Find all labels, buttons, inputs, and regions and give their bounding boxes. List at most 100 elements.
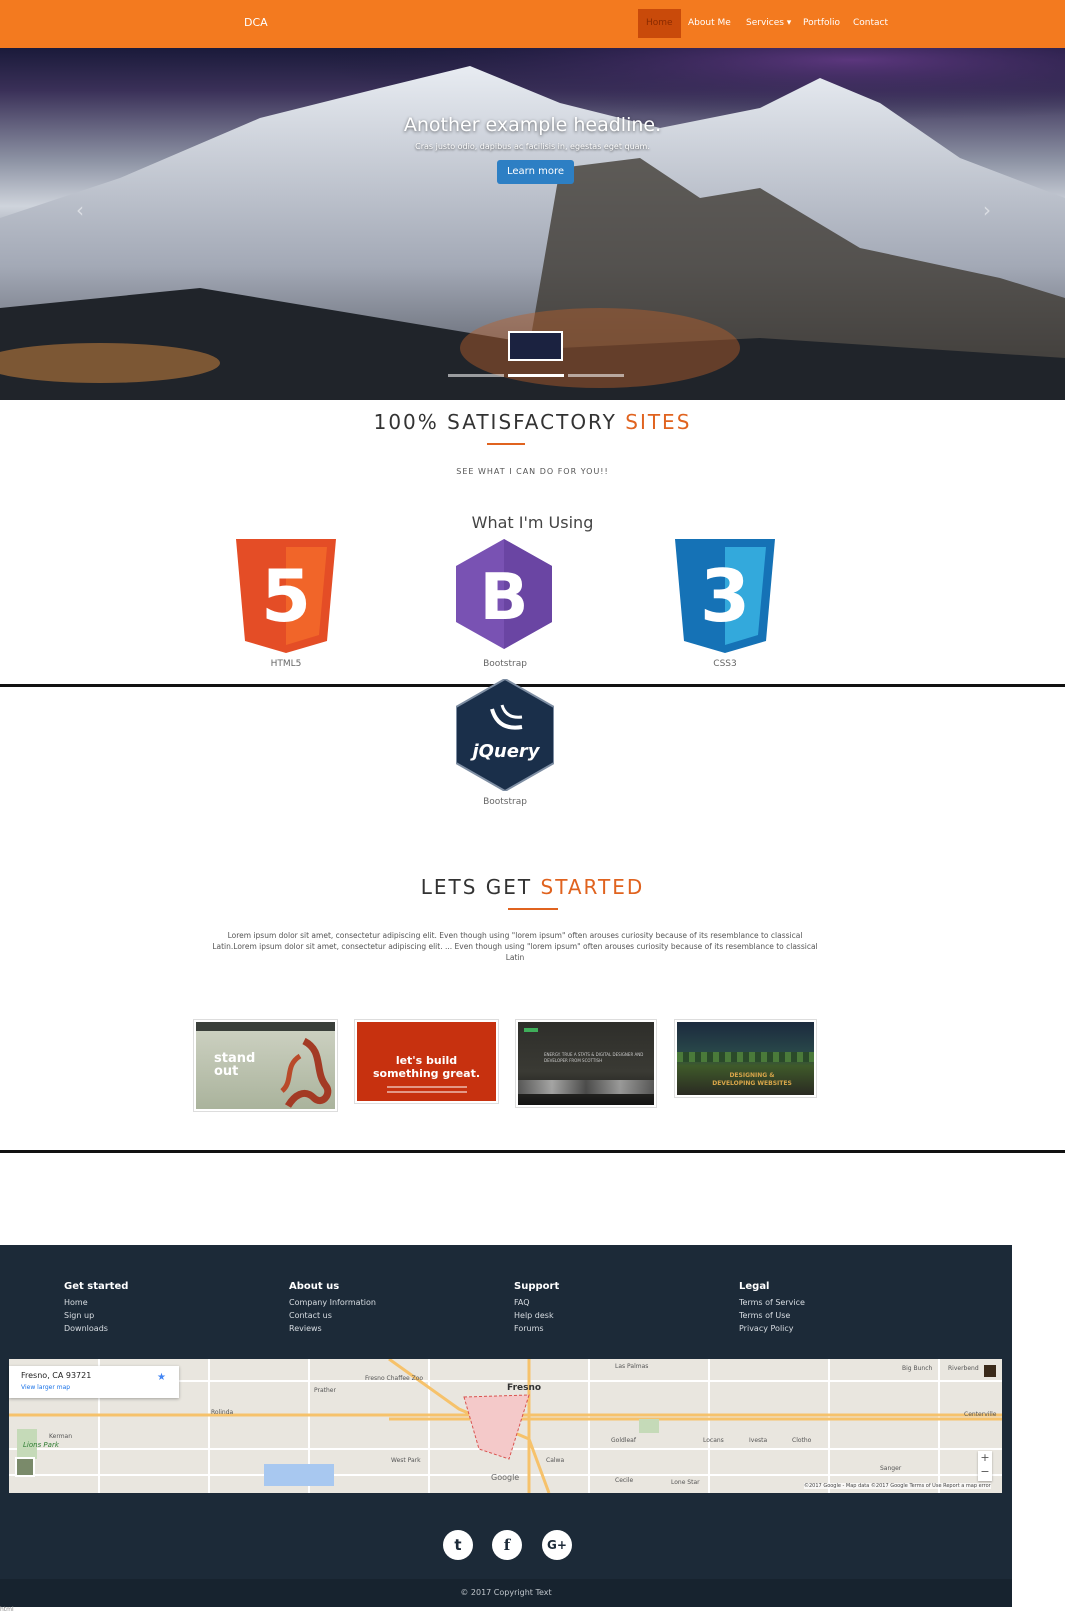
jquery-glyph: jQuery <box>469 741 540 762</box>
portfolio-image: stand out <box>196 1022 335 1109</box>
footer-link-help-desk[interactable]: Help desk <box>514 1309 559 1322</box>
css3-glyph: 3 <box>700 554 750 638</box>
bootstrap-icon: B <box>456 539 552 649</box>
map-place-label: Goldleaf <box>611 1437 636 1444</box>
portfolio-item[interactable]: stand out <box>193 1019 338 1112</box>
portfolio-image: DESIGNING & DEVELOPING WEBSITES <box>677 1022 814 1095</box>
satellite-toggle[interactable] <box>15 1457 35 1477</box>
map-avatar <box>984 1365 996 1377</box>
footer-link-privacy-policy[interactable]: Privacy Policy <box>739 1322 805 1335</box>
brand-logo[interactable]: DCA <box>244 16 268 29</box>
learn-more-button[interactable]: Learn more <box>497 160 574 184</box>
footer-link-reviews[interactable]: Reviews <box>289 1322 376 1335</box>
map-place-label: Clotho <box>792 1437 812 1444</box>
map-city-label: Fresno <box>507 1383 542 1393</box>
map-place-label: West Park <box>391 1457 421 1464</box>
portfolio-item[interactable]: DESIGNING & DEVELOPING WEBSITES <box>674 1019 817 1098</box>
footer-link-faq[interactable]: FAQ <box>514 1296 559 1309</box>
map-place-label: Cecile <box>615 1477 634 1484</box>
map-credit: ©2017 Google - Map data ©2017 Google Ter… <box>804 1483 991 1489</box>
footer-heading: Get started <box>64 1281 129 1292</box>
chevron-right-icon[interactable]: › <box>983 198 991 222</box>
map-place-label: Lone Star <box>671 1479 700 1486</box>
octopus-graphic <box>280 1037 332 1108</box>
portfolio-text: DESIGNING & DEVELOPING WEBSITES <box>712 1072 792 1087</box>
view-larger-map-link[interactable]: View larger map <box>21 1384 70 1391</box>
footer-heading: Legal <box>739 1281 770 1292</box>
google-plus-icon[interactable]: G+ <box>542 1530 572 1560</box>
city-lights <box>518 1080 654 1094</box>
map-place-label: Ivesta <box>749 1437 768 1444</box>
jquery-icon: jQuery <box>456 679 554 791</box>
portfolio-image: ENERGY. TRUE A STATS & DIGITAL DESIGNER … <box>518 1022 654 1105</box>
tech-label-bootstrap: Bootstrap <box>483 659 527 669</box>
portfolio-text: let's build something great. <box>372 1054 481 1080</box>
hero-caption: Cras justo odio, dapibus ac facilisis in… <box>415 142 650 151</box>
map-place-label: Calwa <box>546 1457 565 1464</box>
portfolio-image: let's build something great. <box>357 1022 496 1101</box>
nav-about-me[interactable]: About Me <box>680 9 739 38</box>
status-text: html <box>0 1606 14 1613</box>
google-logo: Google <box>491 1473 520 1482</box>
html5-icon: 5 <box>236 539 336 653</box>
heading-accent: STARTED <box>540 875 645 899</box>
mock-logo <box>524 1028 538 1032</box>
copyright-text: © 2017 Copyright Text <box>460 1588 552 1597</box>
footer-link-home[interactable]: Home <box>64 1296 128 1309</box>
footer-column-about-us: About us Company Information Contact us … <box>289 1281 376 1335</box>
css3-icon: 3 <box>675 539 775 653</box>
nav-home[interactable]: Home <box>638 9 681 38</box>
hero-headline: Another example headline. <box>403 114 662 136</box>
map-place-label: Kerman <box>49 1433 73 1440</box>
footer-link-company-information[interactable]: Company Information <box>289 1296 376 1309</box>
footer-link-forums[interactable]: Forums <box>514 1322 559 1335</box>
carousel-indicator[interactable] <box>448 374 504 377</box>
zoom-controls: + − <box>978 1451 992 1481</box>
footer-link-contact-us[interactable]: Contact us <box>289 1309 376 1322</box>
section-heading-satisfactory: 100% SATISFACTORY SITES <box>0 410 1065 434</box>
nav-portfolio[interactable]: Portfolio <box>795 9 848 38</box>
tech-label-css3: CSS3 <box>713 659 737 669</box>
footer-heading: About us <box>289 1281 340 1292</box>
map-place-label: Las Palmas <box>615 1363 649 1370</box>
heading-underline <box>487 443 525 445</box>
footer-column-support: Support FAQ Help desk Forums <box>514 1281 559 1335</box>
html5-glyph: 5 <box>261 554 311 638</box>
nav-services[interactable]: Services ▾ <box>738 9 799 38</box>
map-place-label: Big Bunch <box>902 1365 933 1372</box>
text-line <box>387 1091 467 1093</box>
map-place-label: Riverbend <box>948 1365 979 1372</box>
tech-label-html5: HTML5 <box>270 659 302 669</box>
footer-link-downloads[interactable]: Downloads <box>64 1322 128 1335</box>
twitter-icon[interactable]: t <box>443 1530 473 1560</box>
zoom-out-icon[interactable]: − <box>978 1465 992 1479</box>
star-icon[interactable]: ★ <box>157 1372 166 1383</box>
carousel-indicator[interactable] <box>568 374 624 377</box>
portfolio-item[interactable]: let's build something great. <box>354 1019 499 1104</box>
map-place-label: Locans <box>703 1437 724 1444</box>
map-place-label: Centerville <box>964 1411 997 1418</box>
mock-navbar <box>196 1022 335 1031</box>
zoom-in-icon[interactable]: + <box>978 1451 992 1465</box>
bootstrap-glyph: B <box>480 561 529 635</box>
facebook-icon[interactable]: f <box>492 1530 522 1560</box>
footer-column-get-started: Get started Home Sign up Downloads <box>64 1281 128 1335</box>
divider <box>0 1150 1065 1153</box>
carousel-indicator[interactable] <box>508 374 564 377</box>
portfolio-text: ENERGY. TRUE A STATS & DIGITAL DESIGNER … <box>544 1052 644 1063</box>
footer-link-sign-up[interactable]: Sign up <box>64 1309 128 1322</box>
map-info-card: Fresno, CA 93721 View larger map ★ <box>9 1366 179 1398</box>
footer-heading: Support <box>514 1281 560 1292</box>
carousel-thumbnail[interactable] <box>508 331 563 361</box>
section-subtitle: SEE WHAT I CAN DO FOR YOU!! <box>456 467 609 476</box>
chevron-left-icon[interactable]: ‹ <box>76 198 84 222</box>
portfolio-item[interactable]: ENERGY. TRUE A STATS & DIGITAL DESIGNER … <box>515 1019 657 1108</box>
map-address: Fresno, CA 93721 <box>21 1371 92 1380</box>
heading-accent: SITES <box>625 410 692 434</box>
nav-contact[interactable]: Contact <box>845 9 896 38</box>
footer-link-terms-of-service[interactable]: Terms of Service <box>739 1296 805 1309</box>
heading-underline <box>508 908 558 910</box>
footer-link-terms-of-use[interactable]: Terms of Use <box>739 1309 805 1322</box>
section-heading-started: LETS GET STARTED <box>0 875 1065 899</box>
top-navbar <box>0 0 1065 48</box>
